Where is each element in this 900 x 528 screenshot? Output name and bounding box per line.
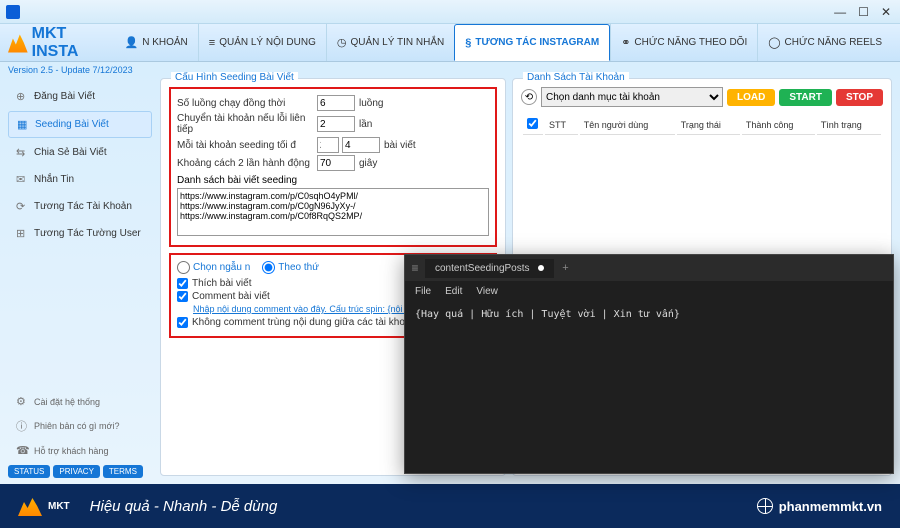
- cfg-switch-label: Chuyển tài khoản nếu lỗi liên tiếp: [177, 113, 317, 135]
- share-icon: ⇆: [16, 146, 28, 159]
- editor-menu-icon[interactable]: ≡: [405, 261, 425, 275]
- interact-icon: ⟳: [16, 200, 28, 213]
- sidebar-whatsnew[interactable]: ⓘPhiên bản có gì mới?: [8, 414, 152, 438]
- cfg-max-label: Mỗi tài khoản seeding tối đ: [177, 140, 317, 151]
- cfg-threads-label: Số luồng chạy đồng thời: [177, 98, 317, 109]
- tab-follow[interactable]: ⚭CHỨC NĂNG THEO DÕI: [610, 24, 757, 61]
- col-condition: Tình trạng: [817, 115, 881, 135]
- col-username: Tên người dùng: [580, 115, 675, 135]
- info-icon: ⓘ: [16, 418, 28, 434]
- sidebar-item-post[interactable]: ⊕Đăng Bài Viết: [8, 84, 152, 109]
- col-stt: STT: [545, 115, 578, 135]
- follow-icon: ⚭: [621, 36, 630, 49]
- footer-url[interactable]: phanmemmkt.vn: [757, 498, 882, 514]
- gear-icon: ⚙: [16, 395, 28, 408]
- globe-icon: [757, 498, 773, 514]
- logo: MKT INSTA: [8, 25, 109, 61]
- reels-icon: ◯: [768, 36, 780, 49]
- minimize-button[interactable]: —: [831, 5, 849, 19]
- accounts-table: STT Tên người dùng Trạng thái Thành công…: [521, 113, 883, 137]
- cfg-max-input-a[interactable]: [317, 137, 339, 153]
- logo-mark-icon: [8, 33, 28, 53]
- message-icon: ✉: [16, 173, 28, 186]
- chk-like[interactable]: [177, 278, 188, 289]
- select-all-checkbox[interactable]: [527, 118, 538, 129]
- cfg-threads-input[interactable]: [317, 95, 355, 111]
- sidebar-settings[interactable]: ⚙Cài đặt hệ thống: [8, 391, 152, 412]
- version-label: Version 2.5 - Update 7/12/2023: [8, 65, 133, 75]
- editor-tab[interactable]: contentSeedingPosts: [425, 259, 554, 278]
- load-button[interactable]: LOAD: [727, 89, 775, 106]
- sidebar-item-message[interactable]: ✉Nhắn Tin: [8, 167, 152, 192]
- tab-account[interactable]: 👤N KHOẢN: [115, 24, 198, 61]
- logo-text: MKT INSTA: [32, 25, 109, 61]
- sidebar-item-share[interactable]: ⇆Chia Sẻ Bài Viết: [8, 140, 152, 165]
- chk-no-dup[interactable]: [177, 317, 188, 328]
- footer: MKT Hiệu quả - Nhanh - Dễ dùng phanmemmk…: [0, 484, 900, 528]
- editor-window[interactable]: ≡ contentSeedingPosts + File Edit View {…: [404, 254, 894, 474]
- sidebar-item-interact-wall[interactable]: ⊞Tương Tác Tường User: [8, 221, 152, 246]
- radio-random[interactable]: Chọn ngẫu n: [177, 261, 250, 274]
- upload-icon: ⊕: [16, 90, 28, 103]
- config-box: Số luồng chạy đồng thờiluồng Chuyển tài …: [169, 87, 497, 247]
- col-success: Thành công: [742, 115, 815, 135]
- link-icon: §: [465, 37, 471, 49]
- support-icon: ☎: [16, 444, 28, 457]
- cfg-delay-input[interactable]: [317, 155, 355, 171]
- sidebar: ⊕Đăng Bài Viết ▦Seeding Bài Viết ⇆Chia S…: [0, 78, 160, 484]
- modified-dot-icon: [538, 265, 544, 271]
- sidebar-item-interact-account[interactable]: ⟳Tương Tác Tài Khoản: [8, 194, 152, 219]
- editor-menu-view[interactable]: View: [476, 286, 498, 297]
- editor-menu-edit[interactable]: Edit: [445, 286, 462, 297]
- sidebar-item-seeding[interactable]: ▦Seeding Bài Viết: [8, 111, 152, 138]
- cfg-max-input-b[interactable]: [342, 137, 380, 153]
- tab-instagram-interact[interactable]: §TƯƠNG TÁC INSTAGRAM: [454, 24, 610, 61]
- topbar: MKT INSTA 👤N KHOẢN ≡QUẢN LÝ NỘI DUNG ◷QU…: [0, 24, 900, 62]
- cfg-delay-label: Khoảng cách 2 lần hành động: [177, 158, 317, 169]
- stop-button[interactable]: STOP: [836, 89, 883, 106]
- clock-icon: ◷: [337, 36, 347, 49]
- wall-icon: ⊞: [16, 227, 28, 240]
- footer-mkt: MKT: [48, 501, 70, 512]
- col-status: Trạng thái: [677, 115, 740, 135]
- tab-reels[interactable]: ◯CHỨC NĂNG REELS: [757, 24, 892, 61]
- accounts-panel-title: Danh Sách Tài Khoản: [523, 72, 629, 83]
- footer-slogan: Hiệu quả - Nhanh - Dễ dùng: [90, 498, 278, 515]
- footer-logo-icon: [18, 496, 42, 516]
- config-panel-title: Cấu Hình Seeding Bài Viết: [171, 72, 298, 83]
- radio-order[interactable]: Theo thứ: [262, 261, 319, 274]
- seed-icon: ▦: [17, 118, 29, 131]
- refresh-button[interactable]: ⟲: [521, 89, 537, 105]
- pill-privacy[interactable]: PRIVACY: [53, 465, 100, 478]
- maximize-button[interactable]: ☐: [855, 5, 872, 19]
- seedlist-textarea[interactable]: https://www.instagram.com/p/C0sqhO4yPMl/…: [177, 188, 489, 236]
- pill-terms[interactable]: TERMS: [103, 465, 143, 478]
- user-icon: 👤: [125, 36, 139, 49]
- editor-menu-file[interactable]: File: [415, 286, 431, 297]
- titlebar: — ☐ ✕: [0, 0, 900, 24]
- editor-new-tab[interactable]: +: [554, 262, 578, 274]
- cfg-switch-input[interactable]: [317, 116, 355, 132]
- close-button[interactable]: ✕: [878, 5, 894, 19]
- chk-comment[interactable]: [177, 291, 188, 302]
- tab-message-mgmt[interactable]: ◷QUẢN LÝ TIN NHẮN: [326, 24, 454, 61]
- pill-status[interactable]: STATUS: [8, 465, 50, 478]
- start-button[interactable]: START: [779, 89, 832, 106]
- list-icon: ≡: [209, 37, 215, 49]
- seedlist-label: Danh sách bài viết seeding: [177, 175, 489, 186]
- tab-content-mgmt[interactable]: ≡QUẢN LÝ NỘI DUNG: [198, 24, 326, 61]
- category-select[interactable]: Chọn danh mục tài khoản: [541, 87, 723, 107]
- editor-body[interactable]: {Hay quá | Hữu ích | Tuyệt vời | Xin tư …: [405, 301, 893, 328]
- app-icon: [6, 5, 20, 19]
- sidebar-support[interactable]: ☎Hỗ trợ khách hàng: [8, 440, 152, 461]
